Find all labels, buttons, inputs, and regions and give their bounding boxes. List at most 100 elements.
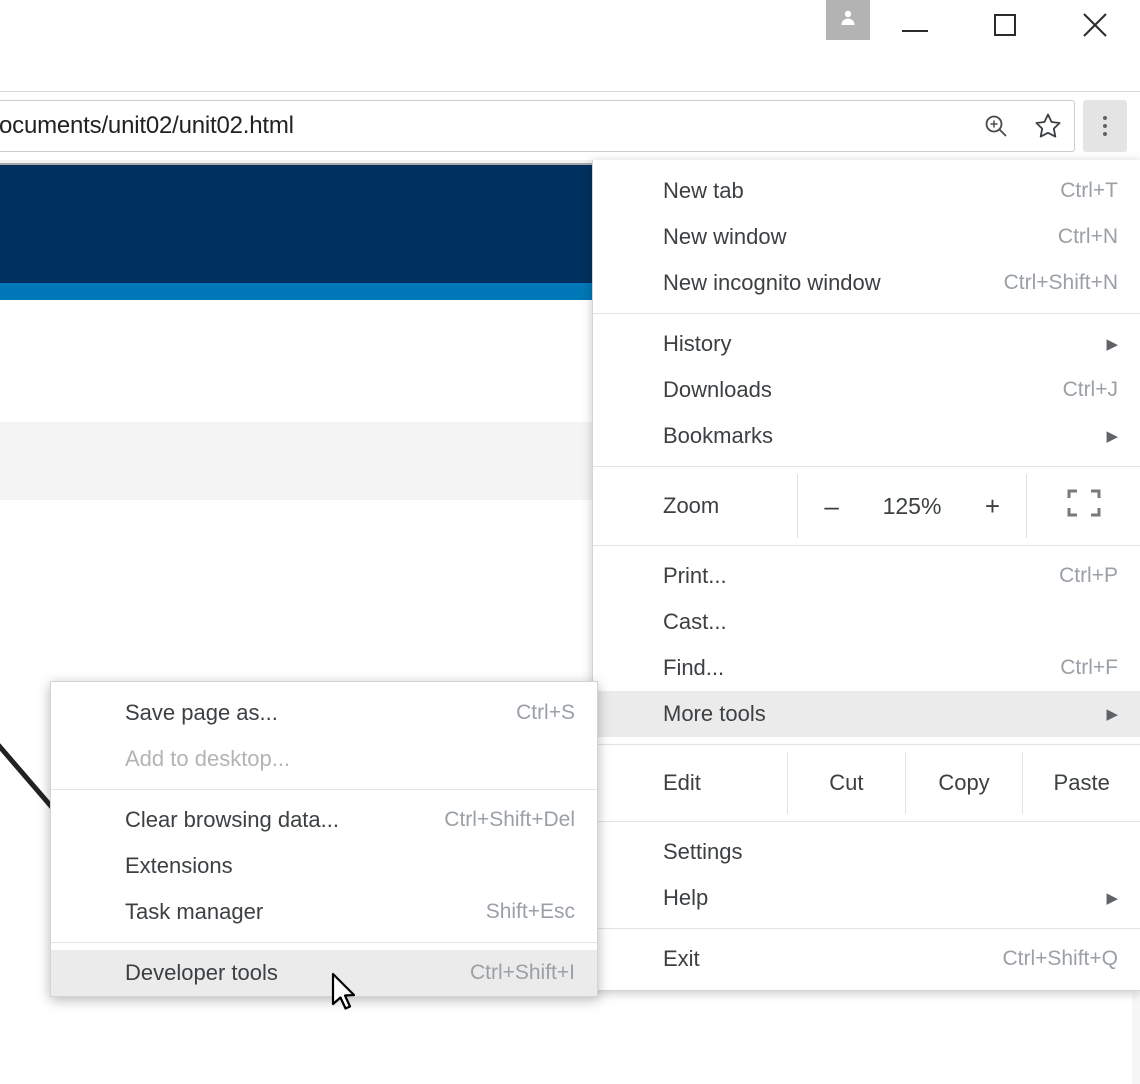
- menu-edit-row: Edit Cut Copy Paste: [593, 752, 1140, 814]
- paste-button[interactable]: Paste: [1022, 752, 1140, 814]
- menu-item-shortcut: Ctrl+Shift+I: [470, 961, 575, 985]
- three-dot-menu-icon[interactable]: [1083, 100, 1127, 152]
- submenu-separator: [51, 789, 597, 790]
- close-button[interactable]: [1050, 0, 1140, 55]
- more-tools-submenu: Save page as...Ctrl+S Add to desktop... C…: [50, 681, 598, 997]
- edit-label: Edit: [593, 752, 787, 814]
- fullscreen-icon: [1067, 489, 1101, 523]
- profile-button[interactable]: [826, 0, 870, 40]
- close-icon: [1082, 12, 1108, 43]
- browser-toolbar: ocuments/unit02/unit02.html: [0, 92, 1140, 160]
- menu-group-new: New tabCtrl+TNew windowCtrl+NNew incogni…: [593, 168, 1140, 306]
- menu-item-downloads[interactable]: DownloadsCtrl+J: [593, 367, 1140, 413]
- menu-dot: [1103, 132, 1107, 136]
- minimize-icon: [902, 19, 928, 37]
- menu-group-tools: Print...Ctrl+PCast...Find...Ctrl+FMore t…: [593, 553, 1140, 737]
- menu-separator: [593, 545, 1140, 546]
- menu-item-label: Print...: [663, 563, 1059, 589]
- menu-item-developer-tools[interactable]: Developer toolsCtrl+Shift+I: [51, 950, 597, 996]
- menu-item-cast[interactable]: Cast...: [593, 599, 1140, 645]
- menu-item-label: Bookmarks: [663, 423, 1094, 449]
- mouse-pointer-icon: [331, 972, 361, 1021]
- submenu-separator: [51, 942, 597, 943]
- menu-item-label: Find...: [663, 655, 1060, 681]
- menu-separator: [593, 744, 1140, 745]
- menu-item-more-tools[interactable]: More tools ▶: [593, 691, 1140, 737]
- menu-item-print[interactable]: Print...Ctrl+P: [593, 553, 1140, 599]
- title-bar: [0, 0, 1140, 92]
- menu-item-shortcut: Ctrl+T: [1060, 179, 1118, 203]
- chevron-right-icon: ▶: [1106, 335, 1118, 353]
- menu-item-extensions[interactable]: Extensions: [51, 843, 597, 889]
- menu-item-help[interactable]: Help ▶: [593, 875, 1140, 921]
- menu-item-label: Add to desktop...: [125, 746, 575, 772]
- menu-item-find[interactable]: Find...Ctrl+F: [593, 645, 1140, 691]
- menu-item-label: Task manager: [125, 899, 486, 925]
- copy-button[interactable]: Copy: [905, 752, 1023, 814]
- menu-item-label: Save page as...: [125, 700, 516, 726]
- menu-dot: [1103, 116, 1107, 120]
- menu-item-bookmarks[interactable]: Bookmarks ▶: [593, 413, 1140, 459]
- menu-item-clear-browsing-data[interactable]: Clear browsing data...Ctrl+Shift+Del: [51, 797, 597, 843]
- menu-item-label: Extensions: [125, 853, 575, 879]
- menu-item-label: Help: [663, 885, 1094, 911]
- menu-item-shortcut: Ctrl+S: [516, 701, 575, 725]
- chevron-right-icon: ▶: [1106, 705, 1118, 723]
- menu-group-navigation: History ▶ DownloadsCtrl+J Bookmarks ▶: [593, 321, 1140, 459]
- menu-item-settings[interactable]: Settings: [593, 829, 1140, 875]
- menu-item-save-page-as[interactable]: Save page as...Ctrl+S: [51, 690, 597, 736]
- zoom-in-icon[interactable]: [970, 100, 1022, 152]
- menu-item-shortcut: Ctrl+F: [1060, 656, 1118, 680]
- zoom-value: 125%: [883, 493, 942, 520]
- submenu-group-devtools: Developer toolsCtrl+Shift+I: [51, 950, 597, 996]
- menu-item-shortcut: Shift+Esc: [486, 900, 575, 924]
- cut-button[interactable]: Cut: [787, 752, 905, 814]
- maximize-button[interactable]: [960, 0, 1050, 55]
- zoom-label: Zoom: [593, 474, 797, 538]
- person-icon: [839, 9, 857, 32]
- menu-item-shortcut: Ctrl+Shift+Q: [1002, 947, 1118, 971]
- submenu-group-manage: Clear browsing data...Ctrl+Shift+Del Exte…: [51, 797, 597, 935]
- menu-item-label: Cast...: [663, 609, 1118, 635]
- menu-separator: [593, 313, 1140, 314]
- chevron-right-icon: ▶: [1106, 427, 1118, 445]
- minimize-button[interactable]: [870, 0, 960, 55]
- star-icon[interactable]: [1022, 100, 1074, 152]
- browser-window: ocuments/unit02/unit02.html: [0, 0, 1140, 1084]
- menu-item-add-to-desktop: Add to desktop...: [51, 736, 597, 782]
- menu-item-shortcut: Ctrl+J: [1063, 378, 1118, 402]
- menu-item-label: New window: [663, 224, 1058, 250]
- menu-item-shortcut: Ctrl+Shift+Del: [444, 808, 575, 832]
- zoom-controls: – 125% +: [797, 474, 1027, 538]
- menu-item-label: History: [663, 331, 1094, 357]
- url-text[interactable]: ocuments/unit02/unit02.html: [0, 112, 970, 140]
- menu-group-exit: ExitCtrl+Shift+Q: [593, 936, 1140, 982]
- menu-group-settings: Settings Help ▶: [593, 829, 1140, 921]
- menu-item-label: Settings: [663, 839, 1118, 865]
- menu-item-task-manager[interactable]: Task managerShift+Esc: [51, 889, 597, 935]
- chevron-right-icon: ▶: [1106, 889, 1118, 907]
- menu-item-shortcut: Ctrl+N: [1058, 225, 1118, 249]
- menu-separator: [593, 821, 1140, 822]
- menu-item-exit[interactable]: ExitCtrl+Shift+Q: [593, 936, 1140, 982]
- menu-item-new-tab[interactable]: New tabCtrl+T: [593, 168, 1140, 214]
- menu-item-history[interactable]: History ▶: [593, 321, 1140, 367]
- submenu-group-save: Save page as...Ctrl+S Add to desktop...: [51, 690, 597, 782]
- menu-separator: [593, 928, 1140, 929]
- menu-item-label: Developer tools: [125, 960, 470, 986]
- menu-item-new-window[interactable]: New windowCtrl+N: [593, 214, 1140, 260]
- menu-item-shortcut: Ctrl+Shift+N: [1004, 271, 1118, 295]
- menu-item-new-incognito-window[interactable]: New incognito windowCtrl+Shift+N: [593, 260, 1140, 306]
- fullscreen-button[interactable]: [1027, 474, 1140, 538]
- zoom-out-button[interactable]: –: [819, 491, 845, 522]
- menu-dot: [1103, 124, 1107, 128]
- menu-item-label: Downloads: [663, 377, 1063, 403]
- menu-item-label: New incognito window: [663, 270, 1004, 296]
- chrome-main-menu: New tabCtrl+TNew windowCtrl+NNew incogni…: [592, 160, 1140, 991]
- menu-item-label: Clear browsing data...: [125, 807, 444, 833]
- zoom-in-button[interactable]: +: [979, 491, 1005, 522]
- menu-item-label: More tools: [663, 701, 1094, 727]
- maximize-icon: [994, 14, 1016, 41]
- address-bar[interactable]: ocuments/unit02/unit02.html: [0, 100, 1075, 152]
- menu-zoom-row: Zoom – 125% +: [593, 474, 1140, 538]
